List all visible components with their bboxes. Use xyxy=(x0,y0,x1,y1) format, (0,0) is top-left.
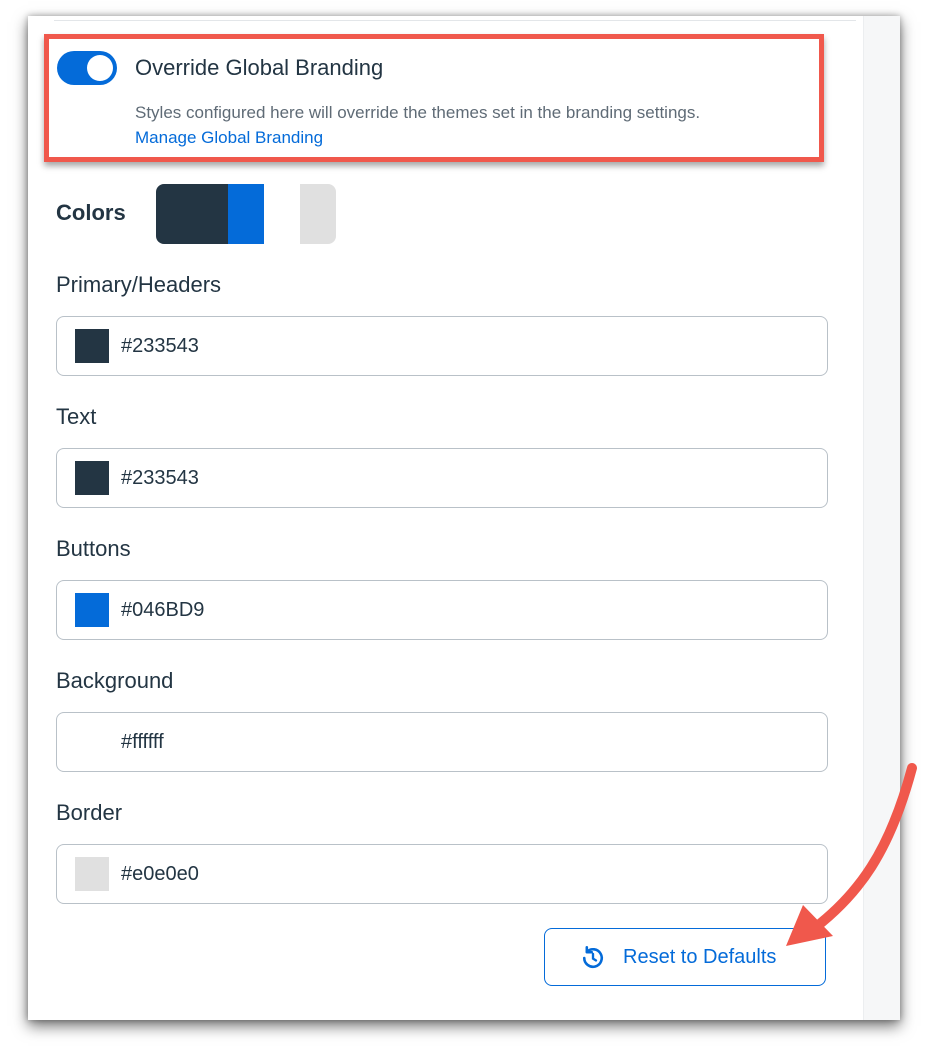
color-swatch[interactable] xyxy=(75,857,109,891)
scrollbar-gutter[interactable] xyxy=(863,16,900,1020)
preview-primary xyxy=(156,184,228,244)
preview-buttons xyxy=(228,184,264,244)
text-color-label: Text xyxy=(56,404,97,429)
color-swatch[interactable] xyxy=(75,461,109,495)
reset-icon xyxy=(582,945,603,969)
branding-panel: Override Global Branding Styles configur… xyxy=(28,16,900,1020)
primary-headers-value: #233543 xyxy=(121,335,199,357)
divider xyxy=(54,20,856,21)
buttons-color-label: Buttons xyxy=(56,536,131,561)
reset-button-label: Reset to Defaults xyxy=(623,946,777,968)
border-color-value: #e0e0e0 xyxy=(121,863,199,885)
toggle-knob xyxy=(87,55,113,81)
buttons-color-value: #046BD9 xyxy=(121,599,205,621)
manage-global-branding-link[interactable]: Manage Global Branding xyxy=(135,128,323,148)
override-description: Styles configured here will override the… xyxy=(135,103,701,122)
border-color-field[interactable]: #e0e0e0 xyxy=(56,844,828,904)
color-swatch[interactable] xyxy=(75,329,109,363)
border-color-label: Border xyxy=(56,800,123,825)
override-branding-section: Override Global Branding Styles configur… xyxy=(44,34,824,162)
background-color-value: #ffffff xyxy=(121,731,164,753)
background-color-field[interactable]: #ffffff xyxy=(56,712,828,772)
preview-background xyxy=(264,184,300,244)
override-toggle[interactable] xyxy=(57,51,117,85)
text-color-value: #233543 xyxy=(121,467,199,489)
colors-label: Colors xyxy=(56,200,126,225)
override-title: Override Global Branding xyxy=(135,55,384,80)
background-color-label: Background xyxy=(56,668,174,693)
buttons-color-field[interactable]: #046BD9 xyxy=(56,580,828,640)
preview-border xyxy=(300,184,336,244)
primary-headers-color-field[interactable]: #233543 xyxy=(56,316,828,376)
primary-headers-label: Primary/Headers xyxy=(56,272,222,297)
color-preview xyxy=(156,184,336,244)
color-swatch[interactable] xyxy=(75,725,109,759)
reset-to-defaults-button[interactable]: Reset to Defaults xyxy=(544,928,826,986)
text-color-field[interactable]: #233543 xyxy=(56,448,828,508)
color-swatch[interactable] xyxy=(75,593,109,627)
